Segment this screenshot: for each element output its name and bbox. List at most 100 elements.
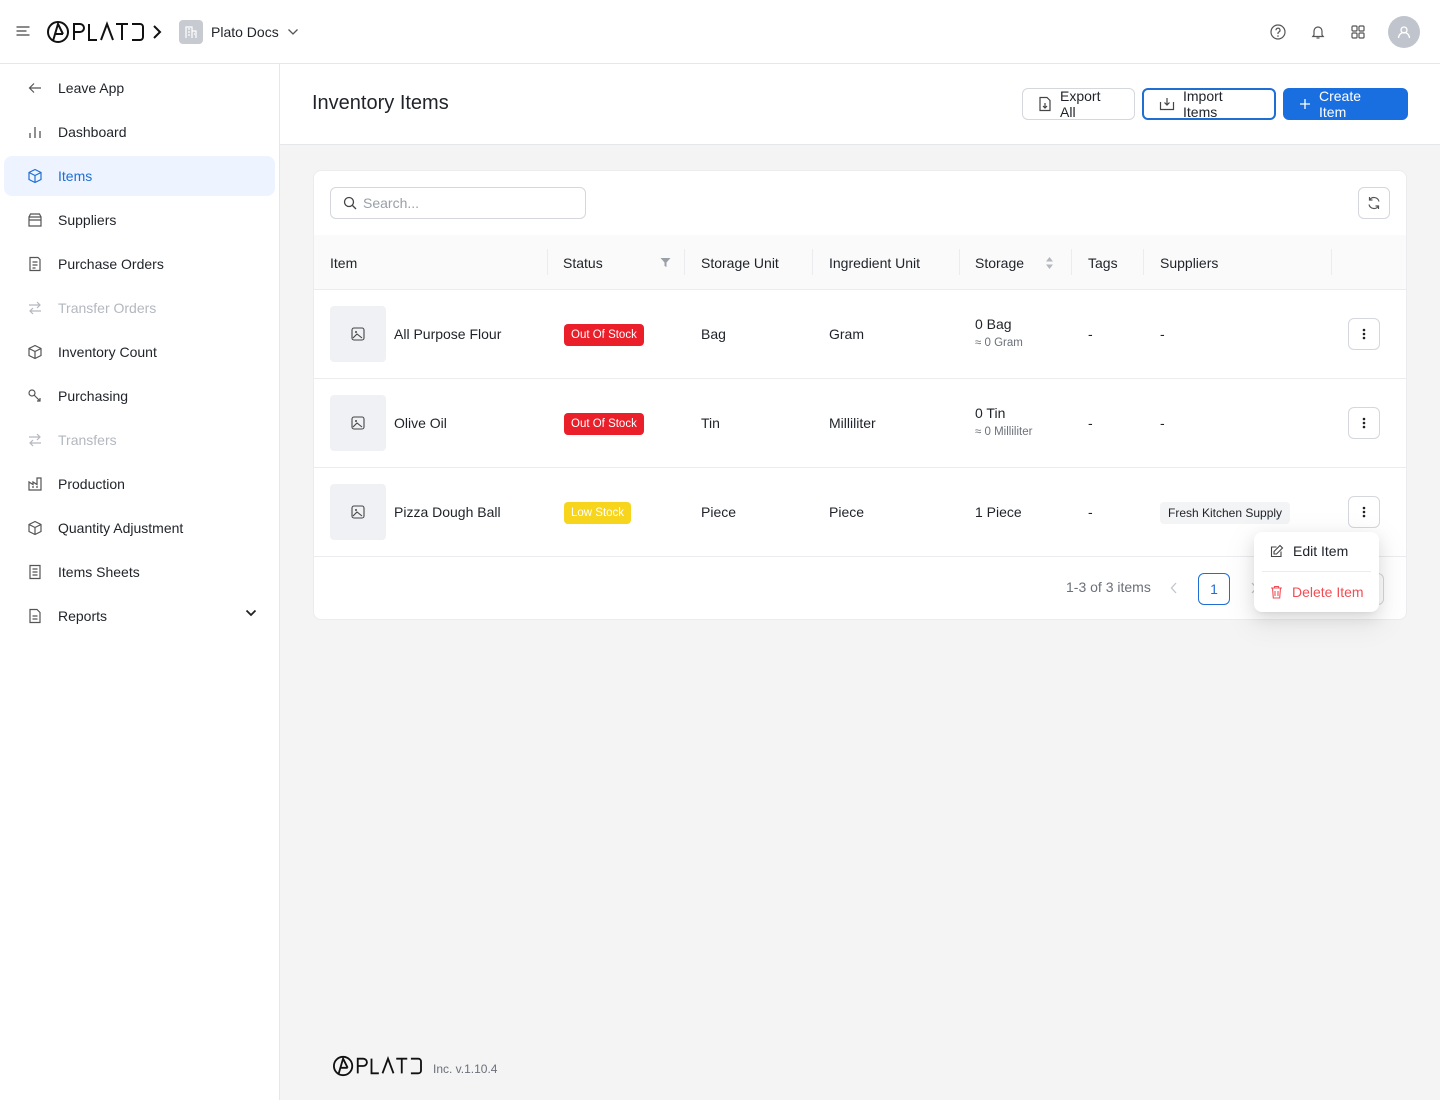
report-icon [26, 607, 44, 625]
create-item-label: Create Item [1319, 88, 1362, 120]
storage-unit: Bag [701, 326, 726, 342]
export-all-button[interactable]: Export All [1022, 88, 1135, 120]
ingredient-unit: Piece [829, 504, 865, 520]
sidebar-item-reports[interactable]: Reports [4, 596, 275, 636]
sidebar-item-inventory-count[interactable]: Inventory Count [4, 332, 275, 372]
chevron-down-icon [287, 28, 299, 36]
column-divider [547, 249, 548, 275]
trash-icon [1270, 585, 1283, 599]
sidebar: Leave App Dashboard Items Suppliers Purc… [0, 64, 280, 1100]
storage-cell: 0 Bag ≈ 0 Gram [975, 316, 1023, 349]
store-icon [26, 211, 44, 229]
column-header-suppliers[interactable]: Suppliers [1160, 235, 1218, 290]
suppliers-value: - [1160, 415, 1165, 431]
column-header-item[interactable]: Item [330, 235, 357, 290]
filter-icon[interactable] [660, 235, 671, 290]
column-header-ingredient-unit[interactable]: Ingredient Unit [829, 235, 920, 290]
tags-value: - [1088, 415, 1093, 431]
menu-toggle-icon[interactable] [16, 25, 32, 39]
sidebar-item-items-sheets[interactable]: Items Sheets [4, 552, 275, 592]
sidebar-item-label: Quantity Adjustment [58, 520, 184, 536]
sidebar-item-items[interactable]: Items [4, 156, 275, 196]
import-items-button[interactable]: Import Items [1142, 88, 1276, 120]
more-vertical-icon [1362, 328, 1366, 340]
table-row[interactable]: Pizza Dough Ball Low Stock Piece Piece 1… [314, 468, 1406, 557]
edit-item-menu-item[interactable]: Edit Item [1258, 534, 1375, 568]
plato-logo[interactable] [46, 20, 144, 44]
sidebar-item-transfer-orders[interactable]: Transfer Orders [4, 288, 275, 328]
item-name[interactable]: Pizza Dough Ball [394, 504, 501, 520]
more-vertical-icon [1362, 417, 1366, 429]
sidebar-item-suppliers[interactable]: Suppliers [4, 200, 275, 240]
sidebar-item-label: Transfer Orders [58, 300, 157, 316]
purchase-order-icon [26, 255, 44, 273]
search-input[interactable] [363, 195, 573, 211]
sidebar-item-leave-app[interactable]: Leave App [4, 68, 275, 108]
storage-amount: 0 Tin [975, 405, 1006, 421]
column-header-tags[interactable]: Tags [1088, 235, 1118, 290]
sidebar-item-quantity-adjustment[interactable]: Quantity Adjustment [4, 508, 275, 548]
row-actions-button[interactable] [1348, 318, 1380, 350]
column-header-status[interactable]: Status [563, 235, 603, 290]
plato-logo [329, 1055, 425, 1077]
status-badge: Out Of Stock [564, 413, 644, 435]
storage-unit: Tin [701, 415, 720, 431]
sidebar-item-purchase-orders[interactable]: Purchase Orders [4, 244, 275, 284]
transfer-icon [26, 431, 44, 449]
search-box[interactable] [330, 187, 586, 219]
sidebar-item-label: Purchasing [58, 388, 129, 404]
storage-equivalent: ≈ 0 Gram [975, 337, 1023, 349]
org-name: Plato Docs [211, 24, 279, 40]
bell-icon[interactable] [1308, 22, 1328, 42]
status-badge: Low Stock [564, 502, 632, 524]
export-all-label: Export All [1060, 88, 1101, 120]
item-name[interactable]: Olive Oil [394, 415, 447, 431]
sidebar-item-transfers[interactable]: Transfers [4, 420, 275, 460]
apps-grid-icon[interactable] [1348, 22, 1368, 42]
table-row[interactable]: Olive Oil Out Of Stock Tin Milliliter 0 … [314, 379, 1406, 468]
sidebar-item-dashboard[interactable]: Dashboard [4, 112, 275, 152]
footer: Inc. v.1.10.4 [329, 1055, 497, 1077]
image-placeholder-icon [330, 306, 386, 362]
export-file-icon [1038, 96, 1052, 112]
supplier-tag: Fresh Kitchen Supply [1160, 502, 1291, 524]
help-icon[interactable] [1268, 22, 1288, 42]
column-header-storage-unit[interactable]: Storage Unit [701, 235, 779, 290]
item-name[interactable]: All Purpose Flour [394, 326, 501, 342]
sidebar-item-production[interactable]: Production [4, 464, 275, 504]
storage-equivalent: ≈ 0 Milliliter [975, 426, 1033, 438]
items-card: Item Status Storage Unit Ingredient Unit… [313, 170, 1407, 620]
column-divider [959, 249, 960, 275]
purchasing-icon [26, 387, 44, 405]
top-bar-actions [1268, 16, 1420, 48]
inventory-count-icon [26, 343, 44, 361]
sidebar-item-label: Suppliers [58, 212, 117, 228]
table-row[interactable]: All Purpose Flour Out Of Stock Bag Gram … [314, 290, 1406, 379]
tags-value: - [1088, 326, 1093, 342]
sort-icon[interactable] [1045, 235, 1054, 290]
import-items-label: Import Items [1183, 88, 1223, 120]
refresh-button[interactable] [1358, 187, 1390, 219]
sidebar-item-label: Inventory Count [58, 344, 157, 360]
chevron-left-icon[interactable] [1170, 582, 1178, 594]
top-bar: Plato Docs [0, 0, 1440, 64]
chevron-down-icon[interactable] [245, 609, 257, 617]
column-header-storage[interactable]: Storage [975, 235, 1024, 290]
sidebar-item-label: Production [58, 476, 125, 492]
more-vertical-icon [1362, 506, 1366, 518]
create-item-button[interactable]: Create Item [1283, 88, 1408, 120]
tags-value: - [1088, 504, 1093, 520]
page-header: Inventory Items Export All Import Items … [280, 64, 1440, 145]
row-actions-button[interactable] [1348, 407, 1380, 439]
avatar[interactable] [1388, 16, 1420, 48]
pagination-page-1[interactable]: 1 [1198, 573, 1230, 605]
delete-item-menu-item[interactable]: Delete Item [1258, 575, 1375, 609]
row-actions-button[interactable] [1348, 496, 1380, 528]
table-header: Item Status Storage Unit Ingredient Unit… [314, 235, 1406, 290]
sidebar-item-purchasing[interactable]: Purchasing [4, 376, 275, 416]
column-divider [1331, 249, 1332, 275]
org-switcher[interactable]: Plato Docs [179, 20, 299, 44]
sidebar-item-label: Dashboard [58, 124, 127, 140]
sidebar-item-label: Transfers [58, 432, 117, 448]
delete-item-label: Delete Item [1292, 584, 1364, 600]
